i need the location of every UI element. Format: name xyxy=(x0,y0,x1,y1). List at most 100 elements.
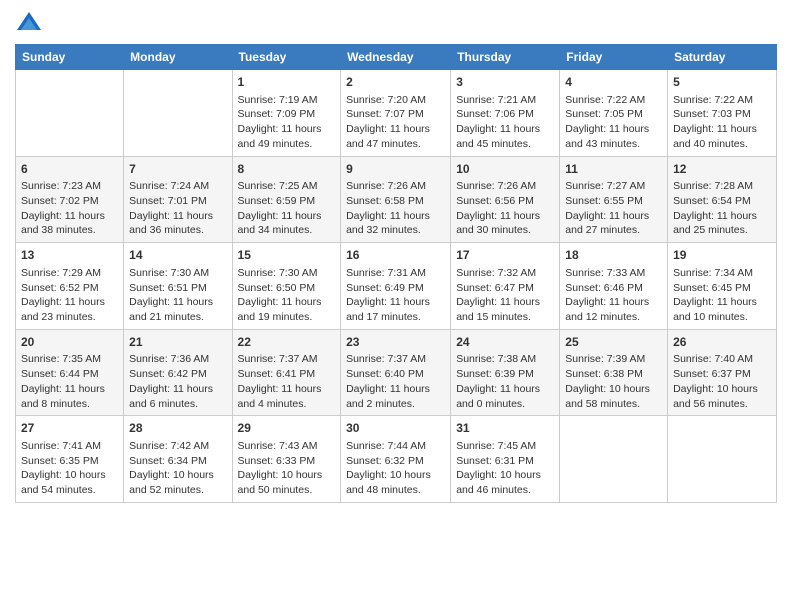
header-friday: Friday xyxy=(560,45,668,70)
day-info: Daylight: 11 hours and 8 minutes. xyxy=(21,382,118,411)
day-info: Sunset: 7:03 PM xyxy=(673,107,771,122)
day-info: Daylight: 11 hours and 40 minutes. xyxy=(673,122,771,151)
day-number: 20 xyxy=(21,334,118,351)
calendar-cell: 1Sunrise: 7:19 AMSunset: 7:09 PMDaylight… xyxy=(232,70,341,157)
day-info: Sunset: 6:45 PM xyxy=(673,281,771,296)
day-info: Daylight: 11 hours and 4 minutes. xyxy=(238,382,336,411)
day-info: Daylight: 11 hours and 2 minutes. xyxy=(346,382,445,411)
day-info: Sunset: 7:07 PM xyxy=(346,107,445,122)
day-info: Sunset: 7:05 PM xyxy=(565,107,662,122)
day-info: Sunrise: 7:21 AM xyxy=(456,93,554,108)
day-info: Sunrise: 7:26 AM xyxy=(456,179,554,194)
calendar-cell: 20Sunrise: 7:35 AMSunset: 6:44 PMDayligh… xyxy=(16,329,124,416)
day-info: Sunset: 6:47 PM xyxy=(456,281,554,296)
calendar-header-row: SundayMondayTuesdayWednesdayThursdayFrid… xyxy=(16,45,777,70)
day-info: Sunset: 7:09 PM xyxy=(238,107,336,122)
day-info: Sunset: 6:46 PM xyxy=(565,281,662,296)
day-info: Daylight: 11 hours and 30 minutes. xyxy=(456,209,554,238)
calendar-week-row: 6Sunrise: 7:23 AMSunset: 7:02 PMDaylight… xyxy=(16,156,777,243)
calendar-cell: 21Sunrise: 7:36 AMSunset: 6:42 PMDayligh… xyxy=(124,329,232,416)
day-number: 5 xyxy=(673,74,771,91)
day-number: 29 xyxy=(238,420,336,437)
day-number: 28 xyxy=(129,420,226,437)
day-info: Daylight: 11 hours and 19 minutes. xyxy=(238,295,336,324)
day-info: Sunrise: 7:37 AM xyxy=(238,352,336,367)
day-info: Sunset: 6:58 PM xyxy=(346,194,445,209)
calendar-cell: 8Sunrise: 7:25 AMSunset: 6:59 PMDaylight… xyxy=(232,156,341,243)
day-info: Sunrise: 7:39 AM xyxy=(565,352,662,367)
calendar-cell: 25Sunrise: 7:39 AMSunset: 6:38 PMDayligh… xyxy=(560,329,668,416)
day-info: Sunrise: 7:28 AM xyxy=(673,179,771,194)
day-info: Sunset: 6:55 PM xyxy=(565,194,662,209)
day-info: Daylight: 11 hours and 0 minutes. xyxy=(456,382,554,411)
day-info: Sunrise: 7:25 AM xyxy=(238,179,336,194)
day-info: Sunrise: 7:38 AM xyxy=(456,352,554,367)
calendar-cell: 2Sunrise: 7:20 AMSunset: 7:07 PMDaylight… xyxy=(341,70,451,157)
calendar-cell: 4Sunrise: 7:22 AMSunset: 7:05 PMDaylight… xyxy=(560,70,668,157)
day-info: Sunrise: 7:31 AM xyxy=(346,266,445,281)
calendar-cell: 19Sunrise: 7:34 AMSunset: 6:45 PMDayligh… xyxy=(668,243,777,330)
day-info: Sunset: 6:41 PM xyxy=(238,367,336,382)
day-info: Sunset: 6:38 PM xyxy=(565,367,662,382)
logo xyxy=(15,10,47,38)
day-number: 1 xyxy=(238,74,336,91)
header-wednesday: Wednesday xyxy=(341,45,451,70)
day-info: Sunset: 6:40 PM xyxy=(346,367,445,382)
day-info: Daylight: 11 hours and 45 minutes. xyxy=(456,122,554,151)
day-info: Sunrise: 7:37 AM xyxy=(346,352,445,367)
day-info: Sunrise: 7:40 AM xyxy=(673,352,771,367)
day-number: 15 xyxy=(238,247,336,264)
day-info: Sunrise: 7:30 AM xyxy=(129,266,226,281)
day-info: Daylight: 11 hours and 17 minutes. xyxy=(346,295,445,324)
day-info: Sunrise: 7:29 AM xyxy=(21,266,118,281)
calendar-cell: 23Sunrise: 7:37 AMSunset: 6:40 PMDayligh… xyxy=(341,329,451,416)
day-number: 12 xyxy=(673,161,771,178)
day-info: Sunset: 6:44 PM xyxy=(21,367,118,382)
day-info: Sunset: 6:39 PM xyxy=(456,367,554,382)
calendar-cell: 9Sunrise: 7:26 AMSunset: 6:58 PMDaylight… xyxy=(341,156,451,243)
day-info: Sunrise: 7:44 AM xyxy=(346,439,445,454)
day-info: Daylight: 10 hours and 58 minutes. xyxy=(565,382,662,411)
day-number: 6 xyxy=(21,161,118,178)
calendar-cell xyxy=(668,416,777,503)
day-info: Sunrise: 7:43 AM xyxy=(238,439,336,454)
header-monday: Monday xyxy=(124,45,232,70)
day-number: 26 xyxy=(673,334,771,351)
day-info: Sunrise: 7:30 AM xyxy=(238,266,336,281)
day-number: 13 xyxy=(21,247,118,264)
calendar-cell xyxy=(16,70,124,157)
day-info: Sunset: 6:37 PM xyxy=(673,367,771,382)
day-info: Sunset: 6:54 PM xyxy=(673,194,771,209)
day-info: Sunrise: 7:34 AM xyxy=(673,266,771,281)
day-info: Sunset: 6:42 PM xyxy=(129,367,226,382)
calendar-week-row: 13Sunrise: 7:29 AMSunset: 6:52 PMDayligh… xyxy=(16,243,777,330)
calendar-cell: 11Sunrise: 7:27 AMSunset: 6:55 PMDayligh… xyxy=(560,156,668,243)
day-info: Sunset: 7:01 PM xyxy=(129,194,226,209)
day-info: Daylight: 11 hours and 23 minutes. xyxy=(21,295,118,324)
day-info: Daylight: 11 hours and 43 minutes. xyxy=(565,122,662,151)
day-info: Sunrise: 7:22 AM xyxy=(565,93,662,108)
day-number: 22 xyxy=(238,334,336,351)
day-number: 18 xyxy=(565,247,662,264)
day-info: Sunrise: 7:32 AM xyxy=(456,266,554,281)
day-info: Sunrise: 7:27 AM xyxy=(565,179,662,194)
day-info: Daylight: 11 hours and 34 minutes. xyxy=(238,209,336,238)
calendar-cell: 30Sunrise: 7:44 AMSunset: 6:32 PMDayligh… xyxy=(341,416,451,503)
day-number: 11 xyxy=(565,161,662,178)
calendar-cell: 12Sunrise: 7:28 AMSunset: 6:54 PMDayligh… xyxy=(668,156,777,243)
calendar-week-row: 27Sunrise: 7:41 AMSunset: 6:35 PMDayligh… xyxy=(16,416,777,503)
day-info: Daylight: 11 hours and 6 minutes. xyxy=(129,382,226,411)
day-number: 7 xyxy=(129,161,226,178)
calendar-cell: 18Sunrise: 7:33 AMSunset: 6:46 PMDayligh… xyxy=(560,243,668,330)
day-info: Sunrise: 7:33 AM xyxy=(565,266,662,281)
calendar-cell: 3Sunrise: 7:21 AMSunset: 7:06 PMDaylight… xyxy=(451,70,560,157)
day-info: Sunrise: 7:42 AM xyxy=(129,439,226,454)
calendar-cell: 15Sunrise: 7:30 AMSunset: 6:50 PMDayligh… xyxy=(232,243,341,330)
day-number: 16 xyxy=(346,247,445,264)
day-info: Sunrise: 7:20 AM xyxy=(346,93,445,108)
day-info: Sunset: 6:51 PM xyxy=(129,281,226,296)
day-number: 27 xyxy=(21,420,118,437)
day-info: Sunset: 6:34 PM xyxy=(129,454,226,469)
calendar-cell: 26Sunrise: 7:40 AMSunset: 6:37 PMDayligh… xyxy=(668,329,777,416)
day-info: Sunrise: 7:19 AM xyxy=(238,93,336,108)
